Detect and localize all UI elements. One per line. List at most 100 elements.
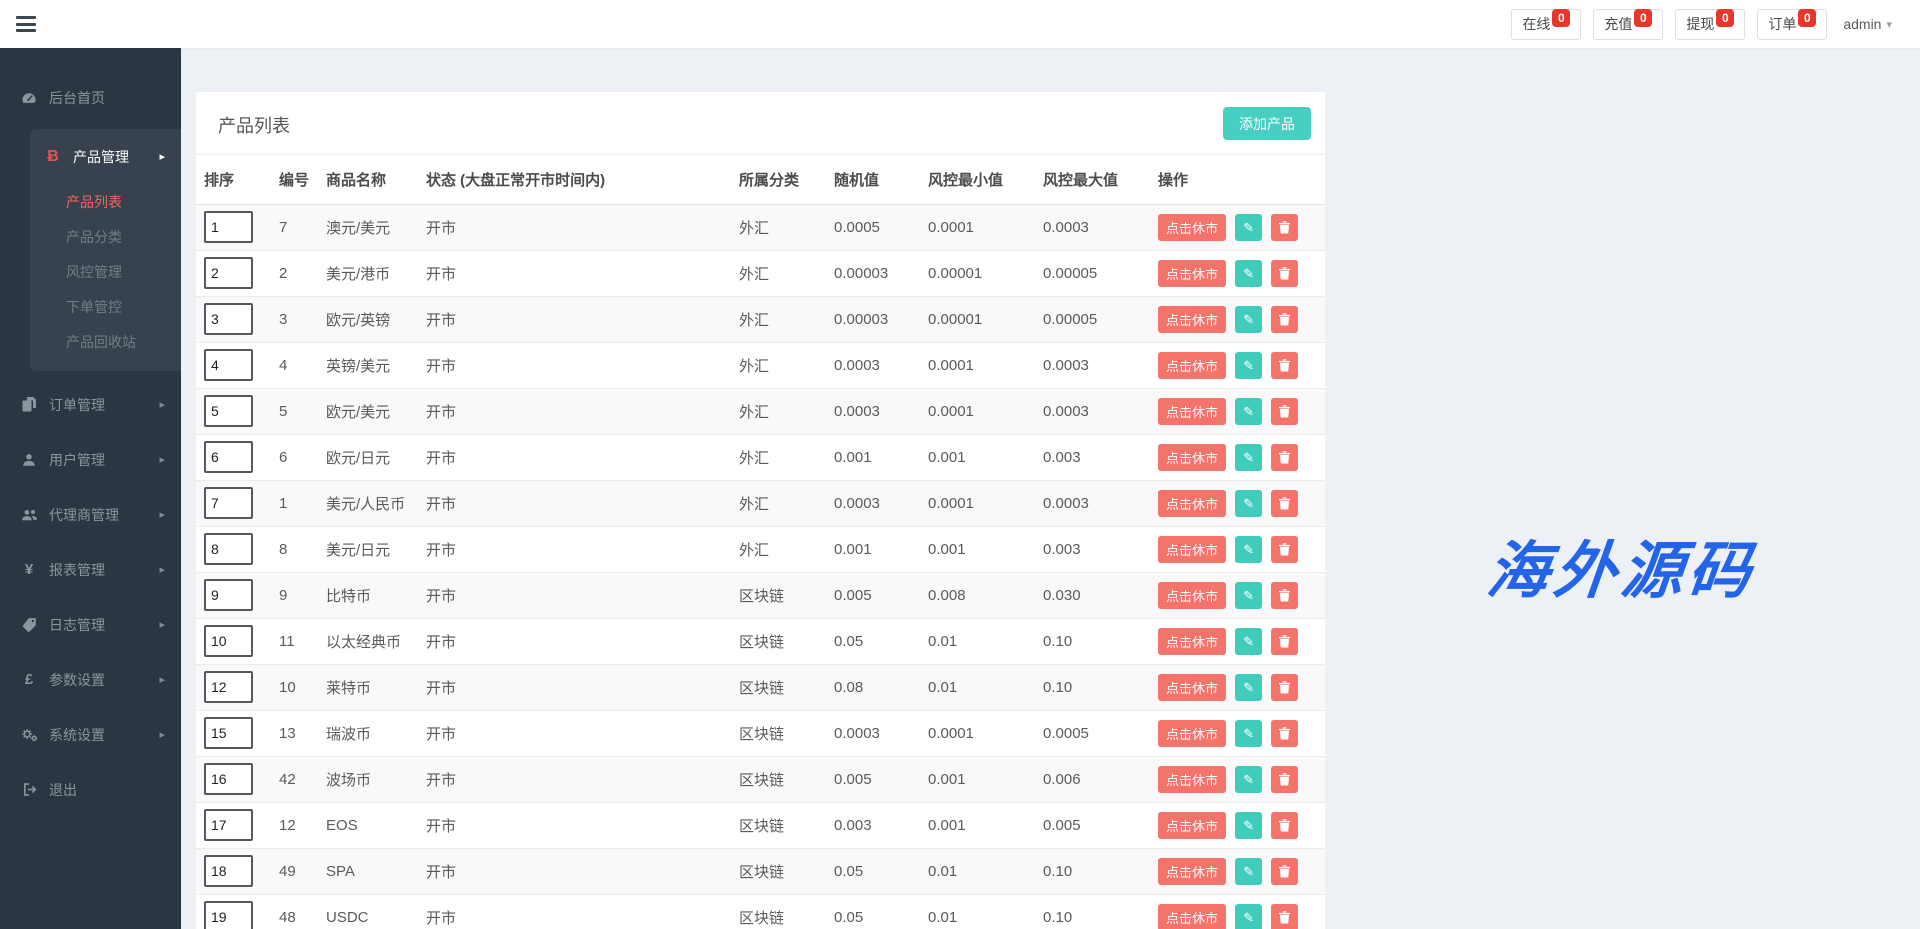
sort-input[interactable] — [204, 257, 253, 289]
edit-button[interactable]: ✎ — [1235, 628, 1262, 655]
close-market-button[interactable]: 点击休市 — [1158, 398, 1226, 425]
delete-button[interactable] — [1271, 674, 1298, 701]
sidebar-subitem-product-list[interactable]: 产品列表 — [30, 184, 181, 219]
sort-input[interactable] — [204, 395, 253, 427]
random-value: 0.05 — [826, 618, 920, 664]
sort-input[interactable] — [204, 855, 253, 887]
edit-button[interactable]: ✎ — [1235, 352, 1262, 379]
close-market-button[interactable]: 点击休市 — [1158, 536, 1226, 563]
chevron-right-icon: ▸ — [159, 728, 165, 741]
recharge-stat-button[interactable]: 充值 0 — [1593, 9, 1663, 40]
delete-button[interactable] — [1271, 260, 1298, 287]
edit-button[interactable]: ✎ — [1235, 398, 1262, 425]
delete-button[interactable] — [1271, 858, 1298, 885]
delete-button[interactable] — [1271, 766, 1298, 793]
delete-button[interactable] — [1271, 904, 1298, 929]
sort-input[interactable] — [204, 487, 253, 519]
close-market-button[interactable]: 点击休市 — [1158, 352, 1226, 379]
add-product-button[interactable]: 添加产品 — [1223, 107, 1311, 140]
delete-button[interactable] — [1271, 582, 1298, 609]
edit-button[interactable]: ✎ — [1235, 444, 1262, 471]
risk-min-value: 0.01 — [920, 894, 1035, 929]
edit-button[interactable]: ✎ — [1235, 214, 1262, 241]
close-market-button[interactable]: 点击休市 — [1158, 674, 1226, 701]
close-market-button[interactable]: 点击休市 — [1158, 214, 1226, 241]
sidebar-item-user-management[interactable]: 用户管理 ▸ — [0, 432, 181, 487]
sort-input[interactable] — [204, 763, 253, 795]
edit-button[interactable]: ✎ — [1235, 858, 1262, 885]
sidebar-item-order-management[interactable]: 订单管理 ▸ — [0, 377, 181, 432]
sort-input[interactable] — [204, 441, 253, 473]
close-market-button[interactable]: 点击休市 — [1158, 904, 1226, 929]
sort-input[interactable] — [204, 303, 253, 335]
sidebar-item-parameter-settings[interactable]: £ 参数设置 ▸ — [0, 652, 181, 707]
sort-input[interactable] — [204, 901, 253, 929]
sidebar-subitem-product-recycle[interactable]: 产品回收站 — [30, 324, 181, 359]
edit-button[interactable]: ✎ — [1235, 260, 1262, 287]
edit-button[interactable]: ✎ — [1235, 720, 1262, 747]
sort-input[interactable] — [204, 717, 253, 749]
sort-input[interactable] — [204, 671, 253, 703]
online-stat-button[interactable]: 在线 0 — [1511, 9, 1581, 40]
product-id: 9 — [271, 572, 318, 618]
delete-button[interactable] — [1271, 214, 1298, 241]
product-id: 48 — [271, 894, 318, 929]
delete-button[interactable] — [1271, 306, 1298, 333]
sidebar-item-logout[interactable]: 退出 — [0, 762, 181, 817]
sidebar-subitem-product-category[interactable]: 产品分类 — [30, 219, 181, 254]
table-row: 12 EOS 开市 区块链 0.003 0.001 0.005 点击休市 ✎ — [196, 802, 1325, 848]
delete-button[interactable] — [1271, 536, 1298, 563]
edit-button[interactable]: ✎ — [1235, 674, 1262, 701]
sidebar-item-label: 代理商管理 — [49, 505, 119, 525]
sort-input[interactable] — [204, 809, 253, 841]
withdraw-stat-button[interactable]: 提现 0 — [1675, 9, 1745, 40]
product-status: 开市 — [418, 526, 731, 572]
delete-button[interactable] — [1271, 398, 1298, 425]
column-sort: 排序 — [196, 155, 271, 204]
close-market-button[interactable]: 点击休市 — [1158, 720, 1226, 747]
delete-button[interactable] — [1271, 444, 1298, 471]
product-id: 4 — [271, 342, 318, 388]
edit-button[interactable]: ✎ — [1235, 812, 1262, 839]
yen-icon: ¥ — [20, 561, 38, 578]
close-market-button[interactable]: 点击休市 — [1158, 858, 1226, 885]
sort-input[interactable] — [204, 349, 253, 381]
edit-button[interactable]: ✎ — [1235, 766, 1262, 793]
edit-button[interactable]: ✎ — [1235, 490, 1262, 517]
delete-button[interactable] — [1271, 490, 1298, 517]
sidebar-item-product-management[interactable]: Ƀ 产品管理 ▸ — [30, 129, 181, 184]
sort-input[interactable] — [204, 211, 253, 243]
edit-button[interactable]: ✎ — [1235, 582, 1262, 609]
edit-button[interactable]: ✎ — [1235, 536, 1262, 563]
close-market-button[interactable]: 点击休市 — [1158, 582, 1226, 609]
delete-button[interactable] — [1271, 720, 1298, 747]
delete-button[interactable] — [1271, 812, 1298, 839]
sidebar-subitem-order-control[interactable]: 下单管控 — [30, 289, 181, 324]
close-market-button[interactable]: 点击休市 — [1158, 490, 1226, 517]
edit-button[interactable]: ✎ — [1235, 306, 1262, 333]
orders-stat-button[interactable]: 订单 0 — [1757, 9, 1827, 40]
sidebar-item-log-management[interactable]: 日志管理 ▸ — [0, 597, 181, 652]
sort-input[interactable] — [204, 579, 253, 611]
sidebar-subitem-risk-management[interactable]: 风控管理 — [30, 254, 181, 289]
delete-button[interactable] — [1271, 352, 1298, 379]
admin-dropdown[interactable]: admin ▾ — [1839, 16, 1896, 32]
edit-button[interactable]: ✎ — [1235, 904, 1262, 929]
sidebar-item-system-settings[interactable]: 系统设置 ▸ — [0, 707, 181, 762]
close-market-button[interactable]: 点击休市 — [1158, 628, 1226, 655]
close-market-button[interactable]: 点击休市 — [1158, 260, 1226, 287]
hamburger-menu-icon[interactable] — [16, 16, 38, 32]
risk-max-value: 0.0003 — [1035, 342, 1150, 388]
close-market-button[interactable]: 点击休市 — [1158, 812, 1226, 839]
delete-button[interactable] — [1271, 628, 1298, 655]
sidebar-item-agent-management[interactable]: 代理商管理 ▸ — [0, 487, 181, 542]
close-market-button[interactable]: 点击休市 — [1158, 306, 1226, 333]
risk-max-value: 0.00005 — [1035, 250, 1150, 296]
close-market-button[interactable]: 点击休市 — [1158, 766, 1226, 793]
sidebar-item-report-management[interactable]: ¥ 报表管理 ▸ — [0, 542, 181, 597]
sidebar-item-dashboard[interactable]: 后台首页 — [0, 70, 181, 125]
sort-input[interactable] — [204, 533, 253, 565]
close-market-button[interactable]: 点击休市 — [1158, 444, 1226, 471]
sort-input[interactable] — [204, 625, 253, 657]
sidebar-item-label: 用户管理 — [49, 450, 105, 470]
